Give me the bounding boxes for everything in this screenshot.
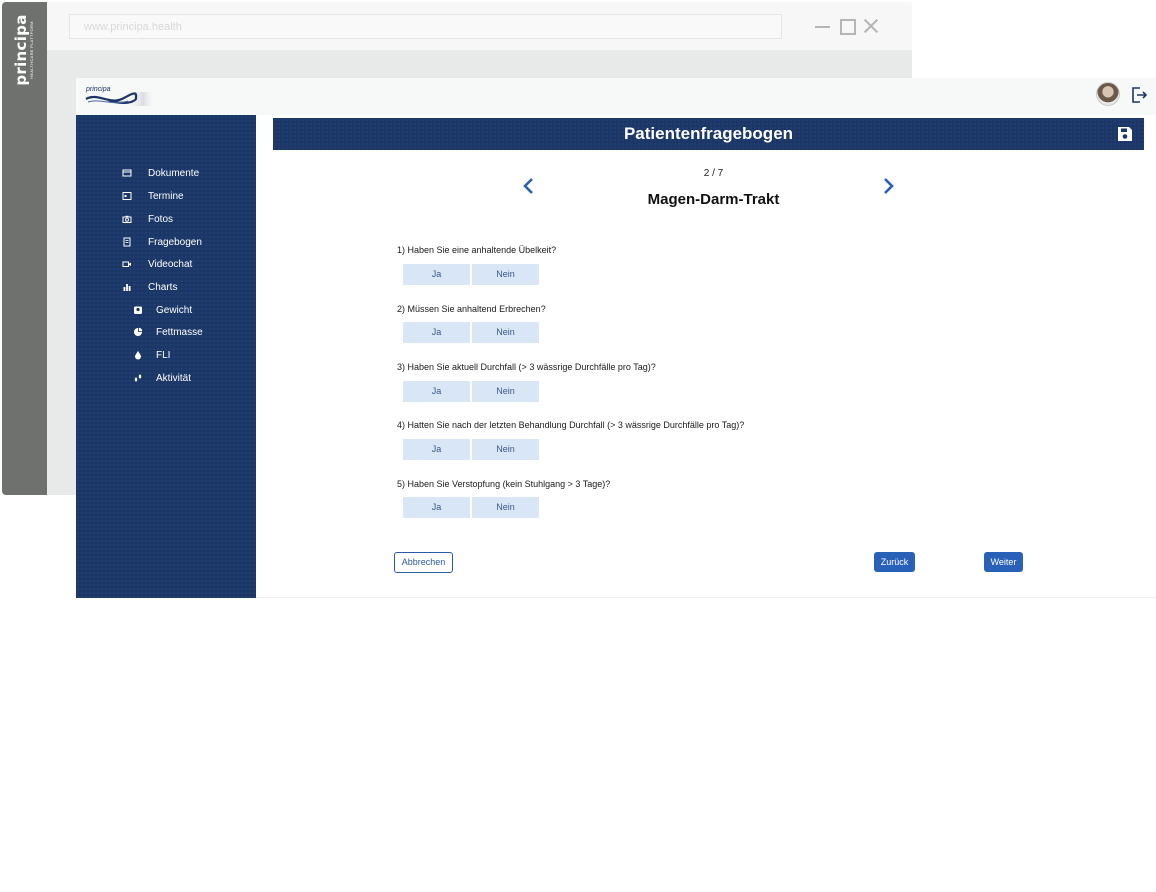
sidebar-subitem-fettmasse[interactable]: Fettmasse (133, 325, 203, 339)
camera-icon (122, 215, 132, 223)
sidebar-item-label: Fettmasse (156, 326, 203, 338)
sidebar-item-fragebogen[interactable]: Fragebogen (122, 235, 202, 249)
chart-icon (123, 284, 131, 291)
sidebar-item-label: Gewicht (156, 304, 193, 316)
answer-group-2: Ja Nein (403, 322, 541, 343)
browser-toolbar: www.principa.health (47, 2, 912, 50)
answer-group-4: Ja Nein (403, 439, 541, 460)
answer-yes-button[interactable]: Ja (403, 497, 470, 518)
brand-tagline: HEALTHCARE PLATTFORM (29, 21, 34, 79)
app-window: principa Dokumente Termine Fotos Fragebo… (76, 78, 1156, 598)
video-icon (122, 261, 131, 267)
logout-icon[interactable] (1130, 86, 1148, 104)
answer-yes-button[interactable]: Ja (403, 381, 470, 402)
answer-no-button[interactable]: Nein (472, 264, 539, 285)
scale-icon (134, 306, 142, 314)
document-icon (122, 169, 132, 177)
sidebar-item-label: Fragebogen (148, 236, 202, 248)
sidebar-item-label: Videochat (148, 258, 193, 270)
sidebar-item-label: Fotos (148, 213, 174, 225)
chevron-left-icon[interactable] (522, 177, 536, 195)
question-3: 3) Haben Sie aktuell Durchfall (> 3 wäss… (397, 362, 656, 372)
sidebar-item-label: Aktivität (156, 372, 192, 384)
sidebar-item-label: Dokumente (148, 167, 200, 179)
url-field[interactable]: www.principa.health (69, 14, 782, 39)
questionnaire-icon (123, 237, 131, 247)
answer-group-3: Ja Nein (403, 381, 541, 402)
page-title: Patientenfragebogen (623, 124, 794, 143)
answer-group-1: Ja Nein (403, 264, 541, 285)
answer-group-5: Ja Nein (403, 497, 541, 518)
answer-no-button[interactable]: Nein (472, 322, 539, 343)
logo-text: principa (86, 86, 111, 93)
next-button[interactable]: Weiter (984, 552, 1023, 572)
cancel-button[interactable]: Abbrechen (394, 552, 453, 573)
minimize-icon[interactable] (815, 18, 831, 34)
sidebar-item-fotos[interactable]: Fotos (122, 212, 173, 226)
drop-icon (135, 351, 141, 360)
sidebar-item-label: Charts (148, 281, 178, 293)
question-5: 5) Haben Sie Verstopfung (kein Stuhlgang… (397, 479, 611, 489)
sidebar-item-termine[interactable]: Termine (122, 189, 184, 203)
app-header: principa (76, 78, 1156, 115)
page-indicator: 2 / 7 (703, 168, 724, 179)
calendar-icon (122, 192, 132, 200)
close-icon[interactable] (863, 18, 879, 34)
back-button[interactable]: Zurück (874, 552, 915, 572)
principa-logo[interactable]: principa (84, 86, 159, 110)
answer-yes-button[interactable]: Ja (403, 264, 470, 285)
maximize-icon[interactable] (839, 18, 856, 35)
sidebar-item-label: FLI (156, 349, 171, 361)
footsteps-icon (134, 374, 142, 382)
question-2: 2) Müssen Sie anhaltend Erbrechen? (397, 304, 546, 314)
answer-no-button[interactable]: Nein (472, 439, 539, 460)
question-1: 1) Haben Sie eine anhaltende Übelkeit? (397, 245, 557, 255)
section-title: Magen-Darm-Trakt (647, 191, 780, 208)
brand-logo: principa HEALTHCARE PLATTFORM (12, 14, 34, 86)
brand-name: principa (12, 14, 30, 86)
sidebar-subitem-aktivitaet[interactable]: Aktivität (133, 371, 191, 385)
brand-strip: principa HEALTHCARE PLATTFORM (2, 2, 47, 495)
pie-icon (134, 327, 143, 336)
chevron-right-icon[interactable] (881, 177, 895, 195)
sidebar-item-videochat[interactable]: Videochat (122, 257, 192, 271)
save-icon[interactable] (1117, 126, 1133, 142)
sidebar-item-dokumente[interactable]: Dokumente (122, 166, 199, 180)
answer-no-button[interactable]: Nein (472, 497, 539, 518)
title-bar: Patientenfragebogen (273, 118, 1144, 150)
user-avatar[interactable] (1096, 82, 1120, 106)
sidebar-subitem-fli[interactable]: FLI (133, 348, 170, 362)
sidebar-item-charts[interactable]: Charts (122, 280, 177, 294)
sidebar-subitem-gewicht[interactable]: Gewicht (133, 303, 192, 317)
question-4: 4) Hatten Sie nach der letzten Behandlun… (397, 420, 745, 430)
answer-yes-button[interactable]: Ja (403, 439, 470, 460)
answer-no-button[interactable]: Nein (472, 381, 539, 402)
sidebar: Dokumente Termine Fotos Fragebogen Video… (76, 115, 256, 598)
answer-yes-button[interactable]: Ja (403, 322, 470, 343)
sidebar-item-label: Termine (148, 190, 184, 202)
